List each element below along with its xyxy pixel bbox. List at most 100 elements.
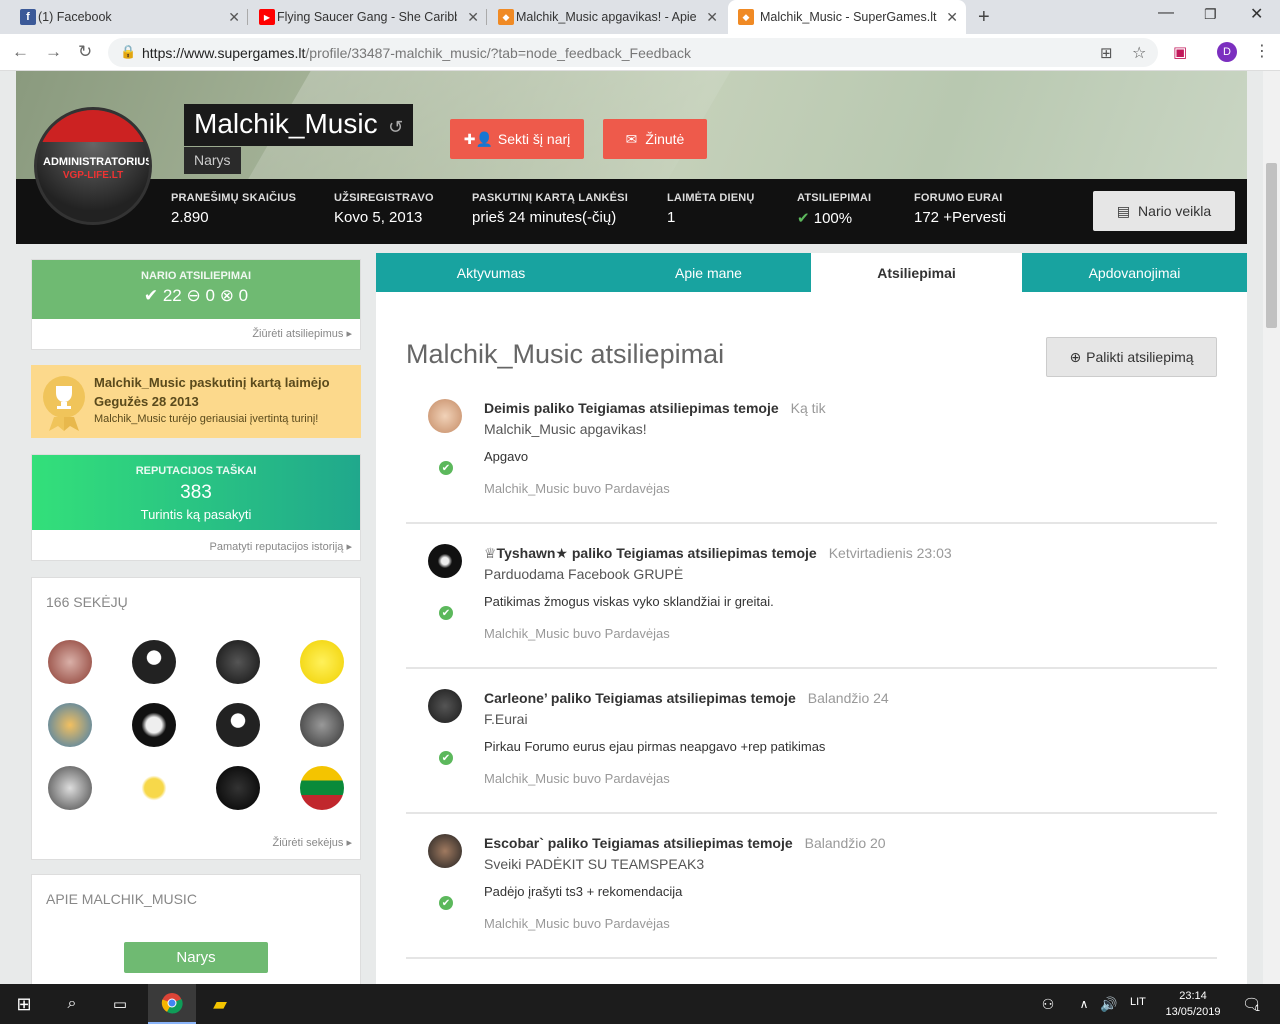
reputation-history-link[interactable]: Pamatyti reputacijos istoriją ▸ <box>210 540 352 553</box>
task-view-icon[interactable]: ▭ <box>96 984 144 1024</box>
stat-value[interactable]: 172 +Pervesti <box>914 209 1006 226</box>
notifications-icon[interactable]: 🗨 1 <box>1234 984 1268 1024</box>
feedback-role: Malchik_Music buvo Pardavėjas <box>484 916 670 931</box>
follow-label: Sekti šį narį <box>497 131 571 147</box>
history-icon[interactable]: ↺ <box>388 117 403 138</box>
feedback-author-line[interactable]: Escobar` paliko Teigiamas atsiliepimas t… <box>484 835 793 851</box>
translate-icon[interactable]: ⊞ <box>1100 44 1113 62</box>
chrome-taskbar-icon[interactable] <box>148 984 196 1024</box>
message-button[interactable]: ✉ Žinutė <box>603 119 707 159</box>
new-tab-button[interactable]: + <box>978 6 990 29</box>
view-followers-link[interactable]: Žiūrėti sekėjus ▸ <box>272 836 352 849</box>
minus-circle-icon: ⊖ <box>186 286 201 305</box>
view-feedback-link[interactable]: Žiūrėti atsiliepimus ▸ <box>252 327 352 340</box>
tab-awards[interactable]: Apdovanojimai <box>1022 253 1247 292</box>
speaker-icon[interactable]: 🔊 <box>1098 984 1120 1024</box>
last-win-date[interactable]: Gegužės 28 2013 <box>94 394 199 409</box>
tab-feedback[interactable]: Atsiliepimai <box>811 253 1022 292</box>
feedback-author-line[interactable]: Carleone’ paliko Teigiamas atsiliepimas … <box>484 690 796 706</box>
address-bar[interactable]: 🔒 https://www.supergames.lt/profile/3348… <box>108 38 1158 67</box>
people-icon[interactable]: ⚇ <box>1036 984 1060 1024</box>
author-avatar[interactable] <box>428 689 462 723</box>
view-feedback-text: Žiūrėti atsiliepimus <box>252 328 344 340</box>
feedback-topic[interactable]: Malchik_Music apgavikas! <box>484 421 647 437</box>
close-icon[interactable]: ✕ <box>467 9 479 26</box>
menu-icon[interactable]: ⋮ <box>1254 41 1270 61</box>
last-win-title: Malchik_Music paskutinį kartą laimėjo <box>94 375 330 390</box>
browser-tab-apgavikas[interactable]: ◆ Malchik_Music apgavikas! - Apie ✕ <box>496 0 726 34</box>
clock-time: 23:14 <box>1179 990 1207 1002</box>
youtube-icon: ▶ <box>259 9 275 25</box>
check-circle-icon: ✔ <box>439 461 453 475</box>
chevron-up-icon[interactable]: ∧ <box>1074 984 1094 1024</box>
page-scrollbar[interactable] <box>1263 71 1280 984</box>
feedback-author-line[interactable]: ♕Tyshawn★ paliko Teigiamas atsiliepimas … <box>484 545 817 561</box>
check-circle-icon: ✔ <box>439 606 453 620</box>
feedback-author-line[interactable]: Deimis paliko Teigiamas atsiliepimas tem… <box>484 400 779 416</box>
stat-feedback: ATSILIEPIMAI ✔ 100% <box>797 192 871 227</box>
windows-start-icon[interactable]: ⊞ <box>0 984 48 1024</box>
caret-right-icon: ▸ <box>346 837 352 849</box>
bookmark-star-icon[interactable]: ☆ <box>1132 43 1146 63</box>
browser-tab-youtube[interactable]: ▶ Flying Saucer Gang - She Caribbe ✕ <box>257 0 487 34</box>
browser-tab-active[interactable]: ◆ Malchik_Music - SuperGames.lt - ✕ <box>728 0 966 34</box>
browser-tab-bar: f (1) Facebook ✕ ▶ Flying Saucer Gang - … <box>0 0 1280 34</box>
follower-avatar[interactable] <box>48 766 92 810</box>
follow-button[interactable]: ✚👤 Sekti šį narį <box>450 119 584 159</box>
tab-activity[interactable]: Aktyvumas <box>376 253 606 292</box>
envelope-icon: ✉ <box>625 130 638 147</box>
follower-avatar[interactable] <box>216 703 260 747</box>
scrollbar-thumb[interactable] <box>1266 163 1277 328</box>
reload-icon[interactable]: ↻ <box>78 42 92 62</box>
minimize-button[interactable]: — <box>1158 4 1174 22</box>
feedback-counts: ✔ 22 ⊖ 0 ⊗ 0 <box>32 286 360 306</box>
back-icon[interactable]: ← <box>12 42 29 62</box>
feedback-topic[interactable]: Parduodama Facebook GRUPĖ <box>484 566 683 582</box>
close-icon[interactable]: ✕ <box>228 9 240 26</box>
file-explorer-icon[interactable]: ▰ <box>196 984 244 1024</box>
lock-icon: 🔒 <box>120 44 137 59</box>
stat-value: 1 <box>667 209 676 226</box>
member-activity-button[interactable]: ▤ Nario veikla <box>1093 191 1235 231</box>
stat-forum-euros: FORUMO EURAI 172 +Pervesti <box>914 192 1006 226</box>
close-icon[interactable]: ✕ <box>946 9 958 26</box>
follower-avatar[interactable] <box>48 703 92 747</box>
follower-avatar[interactable] <box>132 640 176 684</box>
maximize-button[interactable]: ❐ <box>1204 6 1217 23</box>
extension-icon[interactable]: ▣ <box>1173 43 1187 61</box>
profile-tabs: Aktyvumas Apie mane Atsiliepimai Apdovan… <box>376 253 1247 292</box>
author-avatar[interactable] <box>428 834 462 868</box>
tab-about[interactable]: Apie mane <box>606 253 811 292</box>
follower-avatar[interactable] <box>132 766 176 810</box>
profile-avatar-image[interactable]: ADMINISTRATORIUS VGP-LIFE.LT <box>34 107 152 225</box>
follower-avatar[interactable] <box>300 703 344 747</box>
follower-avatar[interactable] <box>300 640 344 684</box>
profile-name: Malchik_Music <box>194 108 378 139</box>
supergames-icon: ◆ <box>738 9 754 25</box>
follower-avatar[interactable] <box>300 766 344 810</box>
feedback-negative-count: 0 <box>238 286 249 305</box>
main-content: Aktyvumas Apie mane Atsiliepimai Apdovan… <box>376 253 1247 984</box>
reputation-rank: Turintis ką pasakyti <box>140 507 252 522</box>
follower-avatar[interactable] <box>216 640 260 684</box>
url-path: /profile/33487-malchik_music/?tab=node_f… <box>305 45 692 61</box>
clock[interactable]: 23:14 13/05/2019 <box>1163 988 1223 1020</box>
follower-avatar[interactable] <box>132 703 176 747</box>
language-indicator[interactable]: LIT <box>1130 996 1146 1008</box>
feedback-topic[interactable]: Sveiki PADĖKIT SU TEAMSPEAK3 <box>484 856 704 872</box>
follower-avatar[interactable] <box>216 766 260 810</box>
browser-tab-facebook[interactable]: f (1) Facebook ✕ <box>18 0 248 34</box>
profile-avatar[interactable]: D <box>1217 42 1237 62</box>
forward-icon[interactable]: → <box>45 42 62 62</box>
clock-date: 13/05/2019 <box>1165 1006 1221 1018</box>
leave-feedback-button[interactable]: ⊕ Palikti atsiliepimą <box>1046 337 1217 377</box>
feedback-topic[interactable]: F.Eurai <box>484 711 528 727</box>
caret-right-icon: ▸ <box>346 328 352 340</box>
author-avatar[interactable] <box>428 399 462 433</box>
window-close-button[interactable]: ✕ <box>1250 4 1263 24</box>
follower-avatar[interactable] <box>48 640 92 684</box>
author-avatar[interactable] <box>428 544 462 578</box>
close-icon[interactable]: ✕ <box>706 9 718 26</box>
search-icon[interactable]: ⌕ <box>48 984 96 1024</box>
about-card: APIE MALCHIK_MUSIC Narys <box>31 874 361 984</box>
